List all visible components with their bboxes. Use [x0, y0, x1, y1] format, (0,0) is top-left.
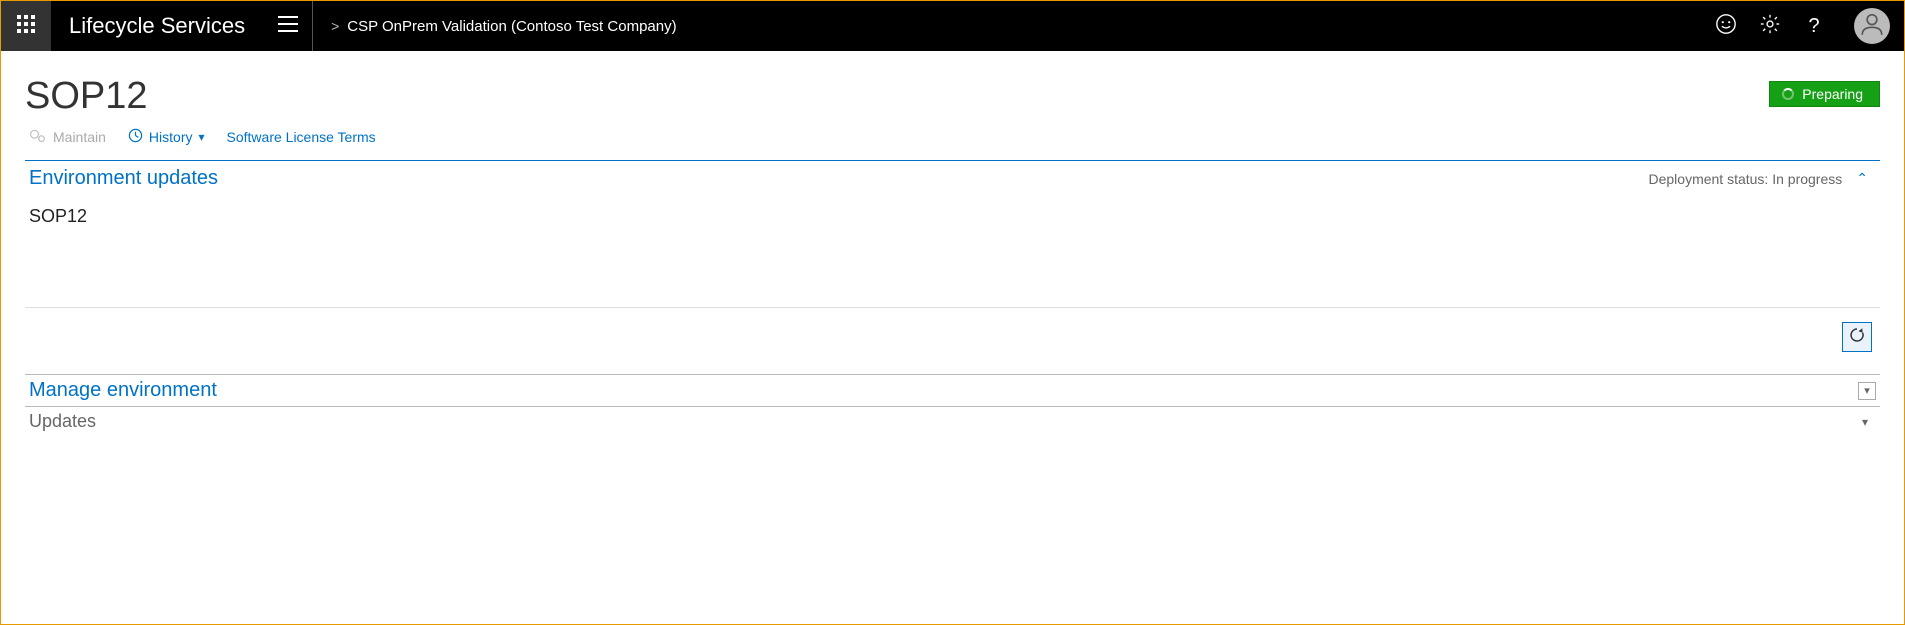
app-launcher-button[interactable]: [1, 1, 51, 51]
person-icon: [1859, 11, 1885, 42]
page-content: Preparing SOP12 Maintain History ▾ Softw…: [1, 51, 1904, 436]
user-avatar[interactable]: [1854, 8, 1890, 44]
refresh-icon: [1848, 326, 1866, 349]
refresh-row: [25, 308, 1880, 375]
maintain-button: Maintain: [29, 129, 106, 146]
environment-updates-header[interactable]: Environment updates Deployment status: I…: [25, 161, 1880, 196]
license-terms-link[interactable]: Software License Terms: [227, 129, 376, 145]
nav-menu-button[interactable]: [263, 1, 313, 51]
refresh-button[interactable]: [1842, 322, 1872, 352]
breadcrumb-separator: >: [331, 18, 339, 34]
environment-updates-title: Environment updates: [29, 167, 218, 190]
smile-icon: [1715, 13, 1737, 40]
environment-updates-body: SOP12: [25, 196, 1880, 308]
deployment-status-label: Deployment status:: [1648, 171, 1768, 187]
updates-header[interactable]: Updates ▾: [25, 407, 1880, 436]
chevron-down-icon[interactable]: ▾: [1858, 382, 1876, 400]
gear-pair-icon: [29, 129, 47, 146]
status-badge: Preparing: [1769, 81, 1880, 107]
chevron-down-icon[interactable]: ▾: [1862, 415, 1876, 429]
brand-title[interactable]: Lifecycle Services: [51, 13, 263, 39]
updates-title: Updates: [29, 411, 96, 432]
history-label: History: [149, 129, 193, 145]
topbar-icons: ?: [1714, 8, 1904, 44]
history-button[interactable]: History ▾: [128, 128, 205, 146]
command-bar: Maintain History ▾ Software License Term…: [25, 126, 1880, 158]
clock-icon: [128, 128, 143, 146]
breadcrumb: > CSP OnPrem Validation (Contoso Test Co…: [313, 18, 677, 35]
spinner-icon: [1782, 88, 1794, 100]
chevron-up-icon[interactable]: ⌃: [1856, 170, 1868, 187]
help-icon: ?: [1808, 15, 1819, 38]
hamburger-icon: [278, 16, 298, 37]
gear-icon: [1759, 13, 1781, 40]
deployment-status: Deployment status: In progress ⌃: [1648, 170, 1876, 187]
feedback-button[interactable]: [1714, 14, 1738, 38]
settings-button[interactable]: [1758, 14, 1782, 38]
deployment-status-value: In progress: [1772, 171, 1842, 187]
manage-environment-header[interactable]: Manage environment ▾: [25, 375, 1880, 407]
status-text: Preparing: [1802, 86, 1863, 102]
environment-name: SOP12: [29, 206, 1876, 227]
top-bar: Lifecycle Services > CSP OnPrem Validati…: [1, 1, 1904, 51]
breadcrumb-project-link[interactable]: CSP OnPrem Validation (Contoso Test Comp…: [347, 18, 676, 35]
help-button[interactable]: ?: [1802, 14, 1826, 38]
license-label: Software License Terms: [227, 129, 376, 145]
chevron-down-icon: ▾: [198, 130, 204, 144]
manage-environment-title: Manage environment: [29, 379, 217, 402]
maintain-label: Maintain: [53, 129, 106, 145]
waffle-icon: [17, 15, 35, 38]
page-title: SOP12: [25, 75, 1880, 118]
